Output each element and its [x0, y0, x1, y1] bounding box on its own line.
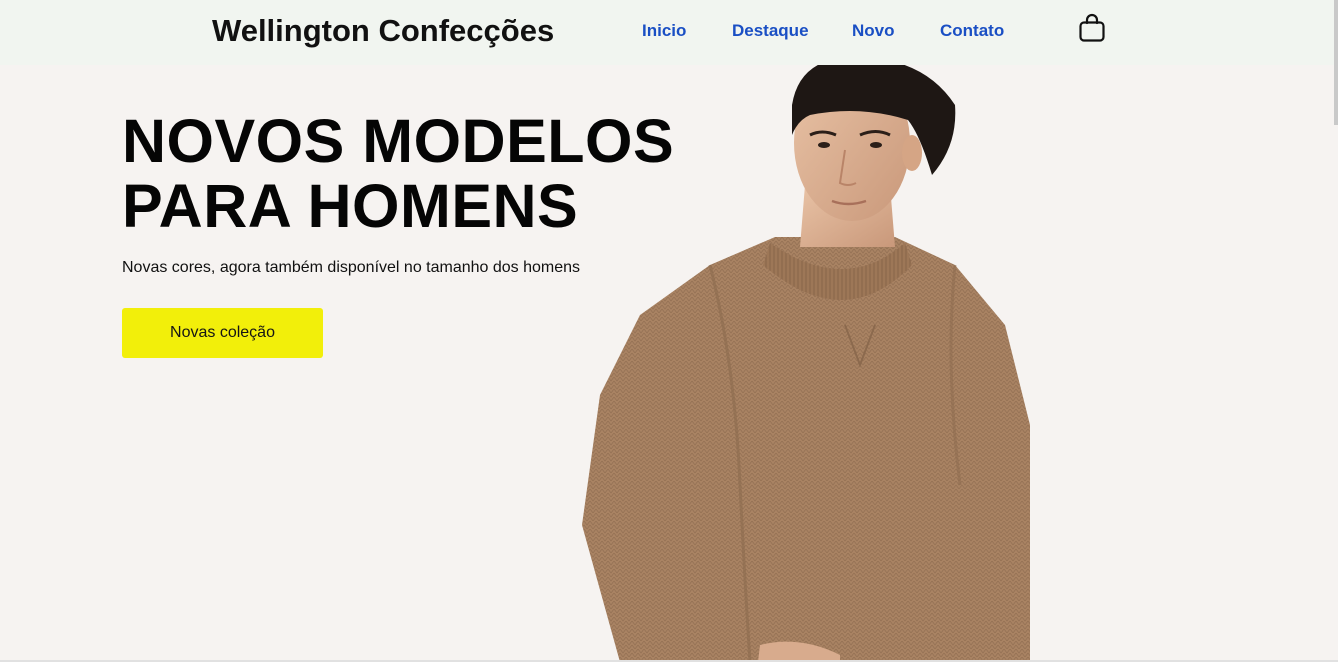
new-collection-button[interactable]: Novas coleção [122, 308, 323, 358]
nav-link-novo[interactable]: Novo [852, 21, 895, 41]
nav-link-destaque[interactable]: Destaque [732, 21, 809, 41]
brand-logo-text[interactable]: Wellington Confecções [212, 13, 554, 49]
hero-subtitle: Novas cores, agora também disponível no … [122, 259, 581, 276]
nav-link-inicio[interactable]: Inicio [642, 21, 686, 41]
site-header: Wellington Confecções Inicio Destaque No… [0, 0, 1338, 65]
hero-section: NOVOS MODELOS PARA HOMENS Novas cores, a… [0, 65, 1338, 662]
nav-link-contato[interactable]: Contato [940, 21, 1004, 41]
scrollbar-thumb[interactable] [1334, 0, 1338, 125]
shopping-bag-icon[interactable] [1076, 12, 1108, 44]
hero-model-image [582, 65, 1030, 662]
